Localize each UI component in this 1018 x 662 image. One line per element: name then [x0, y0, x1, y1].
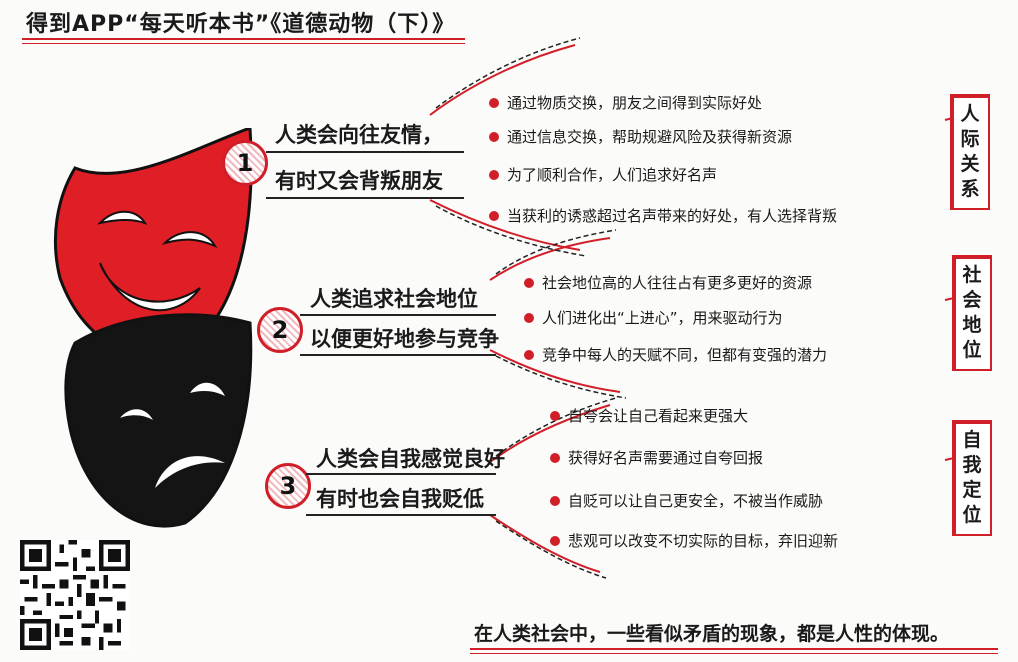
- section-2-underline-b: [300, 354, 496, 356]
- footer-summary: 在人类社会中，一些看似矛盾的现象，都是人性的体现。: [474, 623, 950, 645]
- section-3-number: 3: [265, 463, 311, 509]
- section-3-heading-line2: 有时也会自我贬低: [316, 487, 484, 511]
- section-1-bullet: 当获利的诱惑超过名声带来的好处，有人选择背叛: [489, 205, 837, 226]
- section-1-underline-a: [266, 151, 464, 153]
- section-2-bullet: 社会地位高的人往往占有更多更好的资源: [524, 272, 812, 293]
- section-3-underline-a: [306, 473, 496, 475]
- section-3-bullet: 自夸会让自己看起来更强大: [550, 405, 748, 426]
- footer-underline: [470, 648, 998, 650]
- section-1-bullet: 为了顺利合作，人们追求好名声: [489, 164, 717, 185]
- section-2-number: 2: [257, 307, 303, 353]
- section-1-tag: 人际关系: [950, 94, 990, 210]
- section-2-heading-line1: 人类追求社会地位: [310, 287, 478, 311]
- section-1-underline-b: [266, 197, 464, 199]
- section-3-bullet: 悲观可以改变不切实际的目标，弃旧迎新: [550, 530, 838, 551]
- section-1-number: 1: [222, 140, 268, 186]
- section-3-heading-line1: 人类会自我感觉良好: [316, 447, 505, 471]
- section-1-bullet: 通过信息交换，帮助规避风险及获得新资源: [489, 126, 792, 147]
- section-2-tag: 社会地位: [952, 255, 992, 371]
- section-2-bullet: 人们进化出“上进心”，用来驱动行为: [524, 307, 783, 328]
- section-2-heading-line2: 以便更好地参与竞争: [310, 327, 499, 351]
- section-2-underline-a: [300, 314, 496, 316]
- qr-code-icon: [20, 540, 130, 650]
- section-1-heading-line1: 人类会向往友情，: [275, 123, 443, 147]
- footer-underline-2: [470, 653, 998, 654]
- section-3-bullet: 自贬可以让自己更安全，不被当作威胁: [550, 490, 823, 511]
- section-2-bullet: 竞争中每人的天赋不同，但都有变强的潜力: [524, 344, 827, 365]
- section-1-bullet: 通过物质交换，朋友之间得到实际好处: [489, 92, 762, 113]
- section-3-underline-b: [306, 514, 496, 516]
- section-3-bullet: 获得好名声需要通过自夸回报: [550, 447, 763, 468]
- section-3-tag: 自我定位: [952, 420, 992, 536]
- section-1-heading-line2: 有时又会背叛朋友: [275, 169, 443, 193]
